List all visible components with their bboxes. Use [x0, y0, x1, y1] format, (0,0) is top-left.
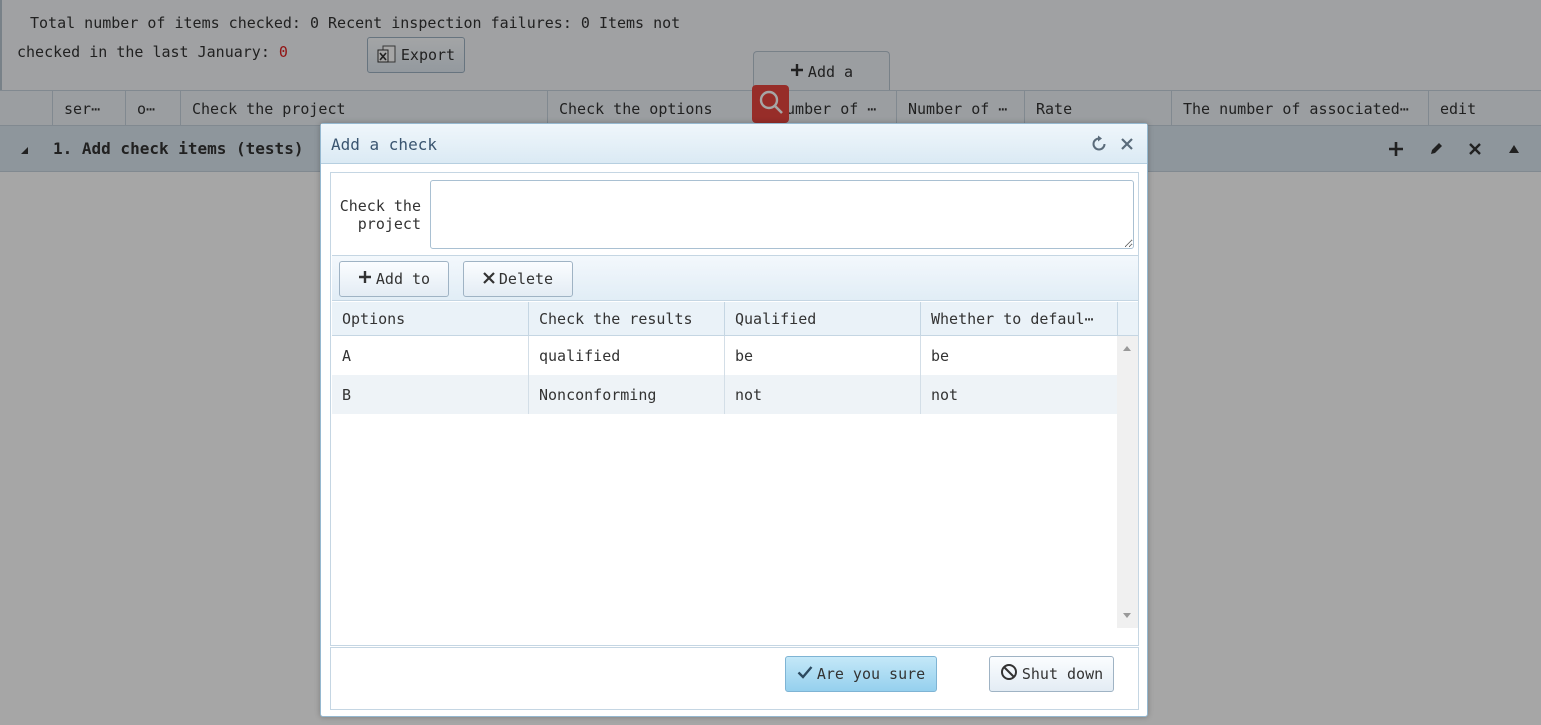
table-cell: be: [725, 336, 921, 375]
table-cell: B: [332, 375, 529, 414]
form-area: Check the project Add to Delete Options …: [330, 172, 1139, 646]
table-row[interactable]: A qualified be be: [332, 336, 1118, 375]
shut-down-label: Shut down: [1021, 665, 1104, 683]
add-to-label: Add to: [375, 270, 431, 288]
add-check-dialog: Add a check Check the project Add to Del…: [320, 123, 1148, 717]
close-icon[interactable]: [1117, 134, 1137, 154]
delete-label: Delete: [498, 270, 554, 288]
options-grid-scrollbar[interactable]: [1117, 336, 1138, 628]
options-col-default[interactable]: Whether to defaul⋯: [921, 302, 1118, 335]
dialog-titlebar: Add a check: [321, 124, 1147, 164]
scroll-down-icon[interactable]: [1123, 613, 1131, 618]
confirm-button[interactable]: Are you sure: [785, 656, 937, 692]
dialog-footer: Are you sure Shut down: [330, 648, 1139, 710]
options-col-options[interactable]: Options: [332, 302, 529, 335]
refresh-icon[interactable]: [1089, 134, 1109, 154]
check-icon: [797, 665, 813, 683]
options-toolbar: Add to Delete: [332, 255, 1138, 301]
table-cell: A: [332, 336, 529, 375]
dialog-title: Add a check: [331, 135, 437, 154]
table-cell: not: [931, 386, 959, 404]
scroll-up-icon[interactable]: [1123, 346, 1131, 351]
check-project-label: Check the project: [339, 197, 421, 233]
options-col-results[interactable]: Check the results: [529, 302, 725, 335]
options-grid-header: Options Check the results Qualified Whet…: [332, 302, 1138, 336]
confirm-label: Are you sure: [816, 665, 926, 683]
ban-icon: [1000, 663, 1018, 685]
table-row[interactable]: B Nonconforming not not: [332, 375, 1118, 414]
options-col-qualified[interactable]: Qualified: [725, 302, 921, 335]
table-cell: be: [931, 347, 950, 365]
options-grid-body: A qualified be be B Nonconforming not no…: [332, 336, 1118, 414]
table-cell: not: [725, 375, 921, 414]
delete-x-icon: [483, 270, 495, 288]
shut-down-button[interactable]: Shut down: [989, 656, 1114, 692]
table-cell: Nonconforming: [529, 375, 725, 414]
check-project-input[interactable]: [430, 180, 1134, 249]
add-to-button[interactable]: Add to: [339, 261, 449, 297]
plus-icon: [358, 270, 372, 288]
delete-button[interactable]: Delete: [463, 261, 573, 297]
table-cell: qualified: [529, 336, 725, 375]
